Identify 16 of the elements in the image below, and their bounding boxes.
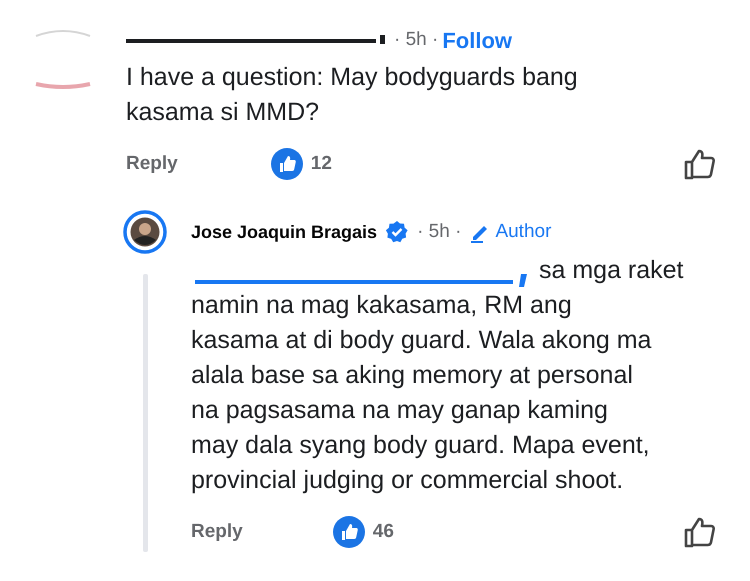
author-label: Author [495, 220, 552, 244]
reply-button[interactable]: Reply [191, 518, 243, 546]
comment-text: I have a question: May bodyguards bang kasama si MMD? [126, 62, 579, 128]
like-button-icon[interactable] [683, 515, 717, 549]
reply-text: namin na mag kakasama, RM ang kasama at di body guard. Wala akong ma alala base sa aking memory at personal na pagsasama na may ganap kaming may dala syang body guard. Mapa event, provincial judging or commercial shoot. [191, 290, 652, 496]
like-reaction-icon [270, 148, 303, 180]
follow-link[interactable]: Follow [442, 24, 512, 56]
commenter-name[interactable]: Jose Joaquin Bragais [191, 218, 378, 246]
timestamp: · 5h · [394, 28, 438, 52]
like-button-icon[interactable] [683, 147, 717, 181]
timestamp: · 5h · [417, 220, 462, 244]
like-reaction-icon [332, 516, 365, 548]
reaction-count: 46 [372, 520, 394, 544]
reaction-count: 12 [310, 152, 332, 176]
reply-button[interactable]: Reply [126, 150, 178, 178]
reply-text: sa mga raket [539, 255, 684, 286]
